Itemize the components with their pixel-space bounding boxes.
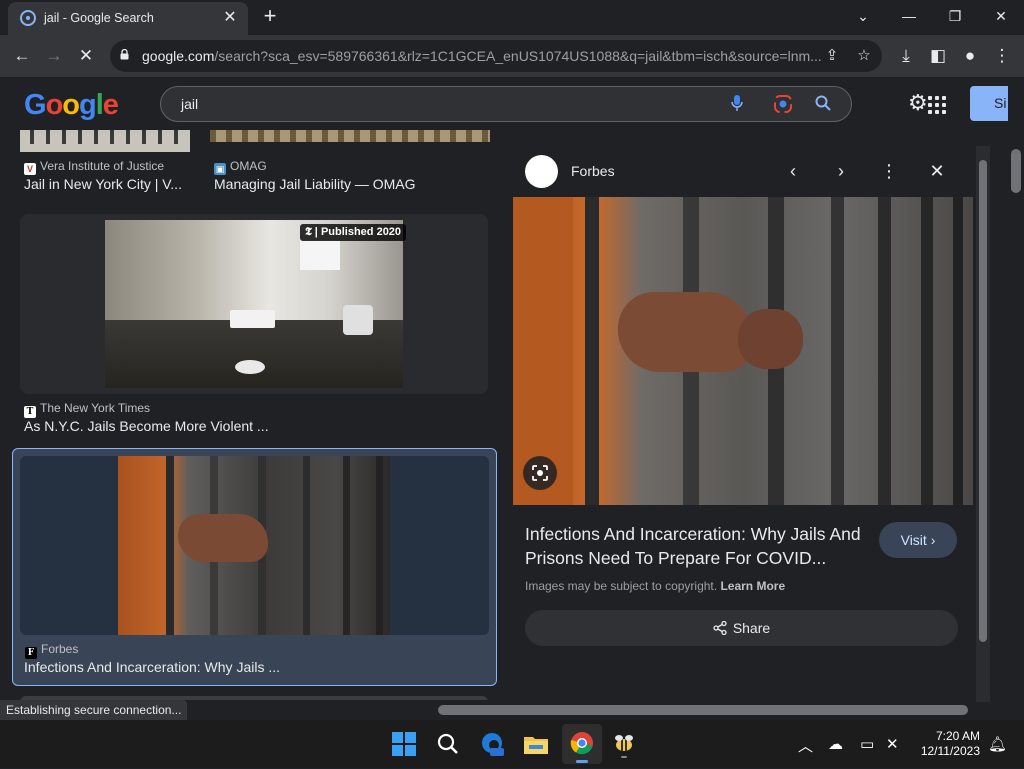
learn-more-link[interactable]: Learn More <box>720 579 785 593</box>
url-text: google.com/search?sca_esv=589766361&rlz=… <box>142 48 822 64</box>
result-card-forbes-selected[interactable]: F Forbes Infections And Incarceration: Wh… <box>12 448 497 686</box>
close-panel-icon[interactable]: ✕ <box>925 159 949 183</box>
microphone-icon[interactable] <box>727 95 747 115</box>
share-page-icon[interactable]: ⇪ <box>822 46 842 66</box>
tab-strip: jail - Google Search ✕ + ⌄ — ❐ ✕ <box>0 0 1024 35</box>
result-image-vera[interactable] <box>20 130 190 152</box>
image-results-grid: V Vera Institute of Justice Jail in New Y… <box>0 130 508 700</box>
tab-search-icon[interactable]: ⌄ <box>848 4 878 28</box>
notifications-bell-icon[interactable]: 🔔︎ <box>988 735 1007 753</box>
search-icon[interactable] <box>813 95 833 115</box>
restore-button[interactable]: ❐ <box>940 4 970 28</box>
panel-scrollbar-thumb[interactable] <box>979 160 987 642</box>
share-icon <box>713 620 727 636</box>
result-card-nyt[interactable]: 𝕿 | Published 2020 <box>20 214 488 394</box>
download-icon[interactable]: ⤓ <box>894 44 918 68</box>
image-preview-panel: Forbes ‹ › ⋮ ✕ Infections And Incarcerat… <box>509 146 976 702</box>
result-image-omag[interactable] <box>210 130 490 142</box>
omag-favicon-icon: ▣ <box>214 163 226 175</box>
browser-toolbar: ← → ✕ google.com/search?sca_esv=58976636… <box>0 35 1024 77</box>
panel-header: Forbes ‹ › ⋮ ✕ <box>509 146 976 196</box>
close-tab-icon[interactable]: ✕ <box>220 8 240 28</box>
result-image-nyt-cell[interactable] <box>105 220 403 388</box>
share-button[interactable]: Share <box>525 610 958 646</box>
close-window-button[interactable]: ✕ <box>986 4 1016 28</box>
address-bar[interactable]: google.com/search?sca_esv=589766361&rlz=… <box>110 40 882 72</box>
apps-grid-icon[interactable] <box>928 96 946 114</box>
search-box[interactable]: jail <box>160 86 852 122</box>
page-scrollbar-thumb[interactable] <box>1011 149 1021 193</box>
result-source[interactable]: V Vera Institute of Justice <box>24 159 164 175</box>
forward-icon[interactable]: → <box>42 44 66 68</box>
result-source[interactable]: T The New York Times <box>24 401 150 418</box>
google-header: Google jail ⚙ Si <box>0 77 1024 130</box>
google-logo[interactable]: Google <box>24 89 119 122</box>
horizontal-scrollbar[interactable] <box>436 702 1008 718</box>
more-options-icon[interactable]: ⋮ <box>877 159 901 183</box>
result-title[interactable]: Jail in New York City | V... <box>24 176 182 192</box>
nyt-favicon-icon: T <box>24 406 36 418</box>
panel-source-name[interactable]: Forbes <box>571 163 615 179</box>
loading-favicon-icon <box>20 10 36 26</box>
cloud-offline-icon[interactable]: ☁ <box>828 735 843 753</box>
preview-image[interactable] <box>513 197 973 505</box>
volume-muted-icon[interactable]: ✕ <box>886 735 899 753</box>
published-badge: 𝕿 | Published 2020 <box>300 224 407 241</box>
start-windows-icon[interactable] <box>388 728 420 760</box>
windows-taskbar: ︿ ☁ ▭ ✕ 7:20 AM 12/11/2023 🔔︎ <box>0 720 1024 768</box>
previous-icon[interactable]: ‹ <box>781 159 805 183</box>
lock-icon <box>120 49 129 60</box>
search-inside-image-icon[interactable] <box>523 456 557 490</box>
file-explorer-icon[interactable] <box>520 728 552 760</box>
result-title[interactable]: Infections And Incarceration: Why Jails … <box>24 659 280 675</box>
minimize-button[interactable]: — <box>894 4 924 28</box>
settings-gear-icon[interactable]: ⚙ <box>908 92 928 114</box>
preview-title[interactable]: Infections And Incarceration: Why Jails … <box>525 522 875 570</box>
side-panel-icon[interactable]: ◧ <box>926 44 950 68</box>
search-input[interactable]: jail <box>181 96 198 112</box>
bee-app-icon[interactable] <box>608 728 640 760</box>
vera-favicon-icon: V <box>24 163 36 175</box>
clock-time: 7:20 AM <box>935 729 980 743</box>
clock-date: 12/11/2023 <box>920 744 980 758</box>
forbes-favicon-icon: F <box>25 647 37 659</box>
stop-loading-icon[interactable]: ✕ <box>74 44 98 68</box>
result-source[interactable]: ▣ OMAG <box>214 159 267 175</box>
panel-scrollbar[interactable] <box>976 146 990 702</box>
new-tab-button[interactable]: + <box>258 5 282 29</box>
bookmark-star-icon[interactable]: ☆ <box>854 46 874 66</box>
menu-icon[interactable]: ⋮ <box>990 44 1014 68</box>
result-source[interactable]: F Forbes <box>25 642 78 659</box>
browser-tab[interactable]: jail - Google Search ✕ <box>8 2 248 35</box>
tab-title: jail - Google Search <box>44 11 154 25</box>
chrome-taskbar-icon[interactable] <box>562 724 602 764</box>
copyright-notice: Images may be subject to copyright. Lear… <box>525 579 786 593</box>
edge-beta-icon[interactable] <box>476 728 508 760</box>
result-title[interactable]: Managing Jail Liability — OMAG <box>214 176 416 192</box>
lens-icon[interactable] <box>773 95 793 115</box>
result-title[interactable]: As N.Y.C. Jails Become More Violent ... <box>24 418 269 434</box>
next-icon[interactable]: › <box>829 159 853 183</box>
status-bubble: Establishing secure connection... <box>0 700 188 720</box>
system-clock[interactable]: 7:20 AM 12/11/2023 <box>918 729 980 759</box>
result-image-forbes[interactable] <box>20 456 489 635</box>
search-taskbar-icon[interactable] <box>432 728 464 760</box>
network-display-icon[interactable]: ▭ <box>860 735 874 753</box>
visit-button[interactable]: Visit › <box>879 522 957 558</box>
profile-icon[interactable]: ● <box>958 44 982 68</box>
back-icon[interactable]: ← <box>10 44 34 68</box>
page-scrollbar[interactable] <box>1008 77 1024 702</box>
show-hidden-icons-icon[interactable]: ︿ <box>798 735 813 756</box>
source-avatar <box>525 155 558 188</box>
horizontal-scrollbar-thumb[interactable] <box>438 705 968 715</box>
